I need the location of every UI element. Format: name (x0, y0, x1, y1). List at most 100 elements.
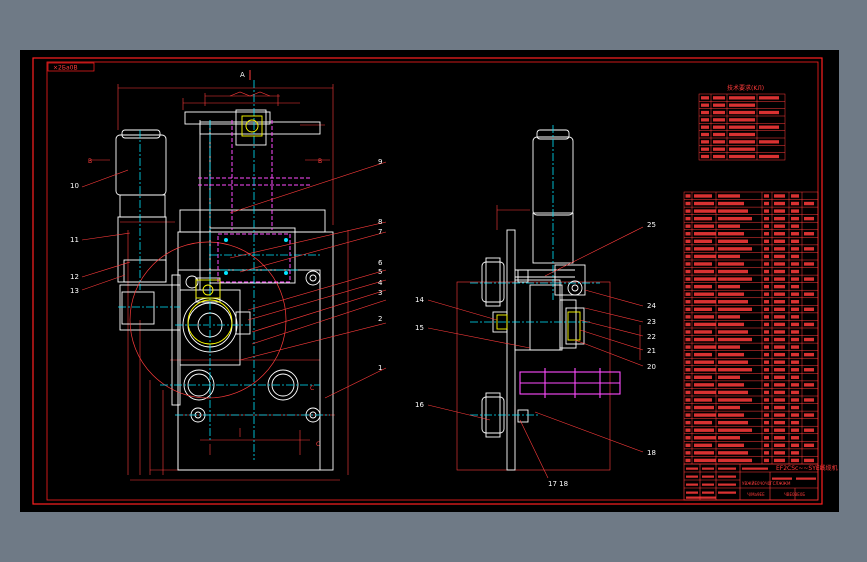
table-cell-mark (804, 398, 814, 402)
table-cell-mark (772, 477, 792, 480)
table-cell-mark (718, 292, 744, 296)
table-cell-mark (713, 125, 725, 129)
table-cell-mark (764, 443, 769, 447)
table-cell-mark (686, 491, 698, 494)
table-cell-mark (702, 467, 714, 470)
table-cell-mark (685, 284, 691, 289)
side-view: 14 15 16 17 18 18 20 21 22 23 24 25 (415, 125, 656, 488)
table-cell-mark (804, 201, 814, 206)
table-cell-mark (764, 330, 769, 334)
callout-6: 6 (378, 259, 383, 267)
table-cell-mark (718, 390, 748, 395)
table-cell-mark (774, 307, 785, 311)
table-cell-mark (804, 443, 814, 447)
table-cell-mark (718, 284, 740, 289)
table-cell-mark (685, 216, 691, 221)
table-cell-mark (764, 224, 769, 228)
table-cell-mark (804, 247, 814, 251)
table-cell-mark (729, 110, 755, 115)
table-cell-mark (791, 322, 799, 327)
table-cell-mark (764, 292, 769, 296)
table-cell-mark (685, 315, 691, 319)
table-cell-mark (791, 420, 799, 425)
table-cell-mark (774, 398, 785, 402)
table-cell-mark (694, 383, 714, 387)
table-cell-mark (694, 420, 712, 425)
table-cell-mark (718, 375, 740, 379)
table-cell-mark (685, 345, 691, 349)
table-cell-mark (718, 352, 744, 357)
table-cell-mark (774, 451, 785, 455)
table-cell-mark (764, 307, 769, 311)
table-cell-mark (804, 352, 814, 357)
table-cell-mark (718, 201, 744, 206)
front-leader-lines (81, 161, 387, 399)
table-cell-mark (791, 277, 799, 281)
table-cell-mark (804, 428, 814, 432)
table-cell-mark (718, 209, 748, 213)
table-cell-mark (791, 443, 799, 447)
table-cell-mark (791, 360, 799, 364)
table-cell-mark (713, 103, 725, 107)
table-cell-mark (774, 375, 785, 379)
table-cell-mark (694, 428, 714, 432)
table-cell-mark (685, 232, 691, 236)
table-cell-mark (791, 292, 799, 296)
table-cell-mark (774, 458, 785, 463)
table-cell-mark (685, 307, 691, 311)
table-cell-mark (774, 383, 785, 387)
table-cell-mark (764, 315, 769, 319)
callout-15: 15 (415, 324, 424, 332)
title-block-scale: Ч/Ма9ЕЕ (747, 492, 765, 497)
table-cell-mark (804, 368, 814, 372)
table-cell-mark (764, 322, 769, 327)
parts-list (683, 191, 819, 465)
table-cell-mark (718, 483, 736, 486)
table-cell-mark (685, 224, 691, 228)
table-cell-mark (796, 477, 816, 480)
table-cell-mark (729, 147, 755, 151)
table-cell-mark (759, 125, 779, 129)
table-cell-mark (804, 458, 814, 463)
table-cell-mark (791, 383, 799, 387)
table-cell-mark (694, 284, 712, 289)
table-cell-mark (718, 368, 752, 372)
table-cell-mark (718, 458, 752, 463)
callout-14: 14 (415, 296, 424, 304)
table-cell-mark (791, 315, 799, 319)
table-cell-mark (685, 247, 691, 251)
table-cell-mark (729, 132, 755, 137)
side-hidden-shaft (519, 368, 621, 398)
table-cell-mark (694, 269, 714, 274)
front-highlighted-parts (187, 115, 263, 345)
table-cell-mark (791, 405, 799, 410)
table-cell-mark (791, 413, 799, 417)
table-cell-mark (701, 96, 709, 100)
table-cell-mark (791, 209, 799, 213)
table-cell-mark (804, 292, 814, 296)
table-cell-mark (702, 491, 714, 494)
table-cell-mark (718, 224, 740, 228)
table-cell-mark (718, 413, 744, 417)
table-cell-mark (791, 232, 799, 236)
table-cell-mark (791, 345, 799, 349)
callout-18: 18 (647, 449, 656, 457)
cad-drawing-canvas[interactable]: ×2Ба0В A B B C C 10 11 12 13 9 8 7 6 5 4… (0, 0, 867, 562)
table-cell-mark (685, 194, 691, 198)
table-cell-mark (718, 254, 740, 259)
table-cell-mark (729, 125, 755, 129)
table-cell-mark (713, 140, 725, 144)
table-cell-mark (718, 475, 736, 478)
table-cell-mark (694, 322, 716, 327)
callout-3: 3 (378, 289, 382, 297)
table-cell-mark (764, 300, 769, 304)
table-cell-mark (685, 254, 691, 259)
side-leader-lines (427, 226, 644, 479)
table-cell-mark (774, 239, 785, 243)
table-cell-mark (694, 232, 716, 236)
callout-7: 7 (378, 228, 382, 236)
callout-23: 23 (647, 318, 656, 326)
table-cell-mark (764, 337, 769, 342)
table-cell-mark (694, 458, 716, 463)
table-cell-mark (718, 436, 740, 440)
